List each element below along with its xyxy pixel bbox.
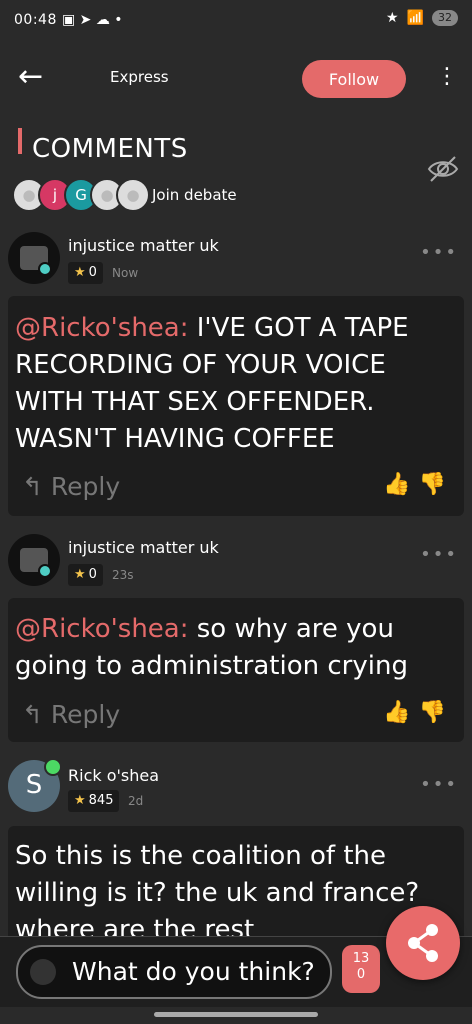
- star-icon: ★: [74, 567, 86, 582]
- reply-icon: ↰: [22, 472, 43, 501]
- comment-text: So this is the coalition of the willing …: [15, 841, 420, 936]
- top-bar: ← Express Follow ⋮: [0, 50, 472, 110]
- comment-count-top: 13: [352, 951, 370, 966]
- comment-count-bottom: 0: [356, 967, 366, 982]
- vote-buttons[interactable]: 👍👎: [383, 700, 454, 725]
- follow-button[interactable]: Follow: [302, 60, 406, 98]
- hide-comments-icon[interactable]: [426, 152, 460, 186]
- avatar[interactable]: [8, 534, 60, 586]
- status-right: ★ 📶 32: [386, 10, 458, 26]
- vote-buttons[interactable]: 👍👎: [383, 472, 454, 497]
- publication-name: Express: [110, 68, 169, 86]
- avatar[interactable]: [8, 232, 60, 284]
- avatar: ●: [116, 178, 150, 212]
- score-badge: ★ 845: [68, 790, 120, 812]
- comment-card: @Ricko'shea: so why are you going to adm…: [8, 598, 464, 742]
- comment-username[interactable]: injustice matter uk: [68, 236, 219, 255]
- comment-timestamp: Now: [112, 266, 139, 280]
- score-badge: ★ 0: [68, 564, 103, 586]
- back-arrow-icon[interactable]: ←: [18, 62, 43, 92]
- star-icon: ★: [74, 793, 86, 808]
- thumbs-up-icon[interactable]: 👍: [383, 472, 418, 497]
- reply-icon: ↰: [22, 700, 43, 729]
- mention-link[interactable]: @Ricko'shea:: [15, 614, 188, 644]
- comment-more-icon[interactable]: •••: [420, 242, 458, 263]
- comment-header: injustice matter uk ★ 0 Now •••: [0, 232, 472, 292]
- comments-heading: COMMENTS: [32, 134, 188, 164]
- thumbs-up-icon[interactable]: 👍: [383, 700, 418, 725]
- status-time: 00:48: [14, 12, 57, 28]
- comment-card: @Ricko'shea: I'VE GOT A TAPE RECORDING O…: [8, 296, 464, 516]
- reply-button[interactable]: ↰ Reply: [22, 700, 120, 729]
- comment-input[interactable]: What do you think?: [16, 945, 332, 999]
- reply-button[interactable]: ↰ Reply: [22, 472, 120, 501]
- comment-username[interactable]: Rick o'shea: [68, 766, 159, 785]
- section-accent-bar: [18, 128, 22, 154]
- share-icon[interactable]: [386, 906, 460, 980]
- battery-indicator: 32: [432, 10, 458, 26]
- more-options-icon[interactable]: ⋮: [436, 66, 458, 88]
- comment-timestamp: 23s: [112, 568, 134, 582]
- comment-username[interactable]: injustice matter uk: [68, 538, 219, 557]
- comment-more-icon[interactable]: •••: [420, 544, 458, 565]
- comment-placeholder: What do you think?: [72, 957, 315, 986]
- join-debate-link[interactable]: Join debate: [152, 186, 237, 204]
- online-indicator: [44, 758, 62, 776]
- mention-link[interactable]: @Ricko'shea:: [15, 313, 188, 343]
- thumbs-down-icon[interactable]: 👎: [419, 700, 454, 725]
- star-icon: ★: [74, 265, 86, 280]
- star-icon: ★: [386, 10, 399, 26]
- comment-more-icon[interactable]: •••: [420, 774, 458, 795]
- comment-timestamp: 2d: [128, 794, 144, 808]
- comment-count-badge[interactable]: 13 0: [342, 945, 380, 993]
- comment-header: S Rick o'shea ★ 845 2d •••: [0, 758, 472, 820]
- comment-header: injustice matter uk ★ 0 23s •••: [0, 534, 472, 594]
- home-indicator[interactable]: [154, 1012, 318, 1017]
- status-bar: 00:48 ▣ ➤ ☁ • ★ 📶 32: [0, 0, 472, 44]
- avatar: [30, 959, 56, 985]
- comment-text: @Ricko'shea: so why are you going to adm…: [15, 614, 408, 681]
- comment-text: @Ricko'shea: I'VE GOT A TAPE RECORDING O…: [15, 313, 409, 454]
- thumbs-down-icon[interactable]: 👎: [419, 472, 454, 497]
- score-badge: ★ 0: [68, 262, 103, 284]
- notification-icons: ▣ ➤ ☁ •: [62, 12, 123, 28]
- wifi-icon: 📶: [406, 10, 424, 26]
